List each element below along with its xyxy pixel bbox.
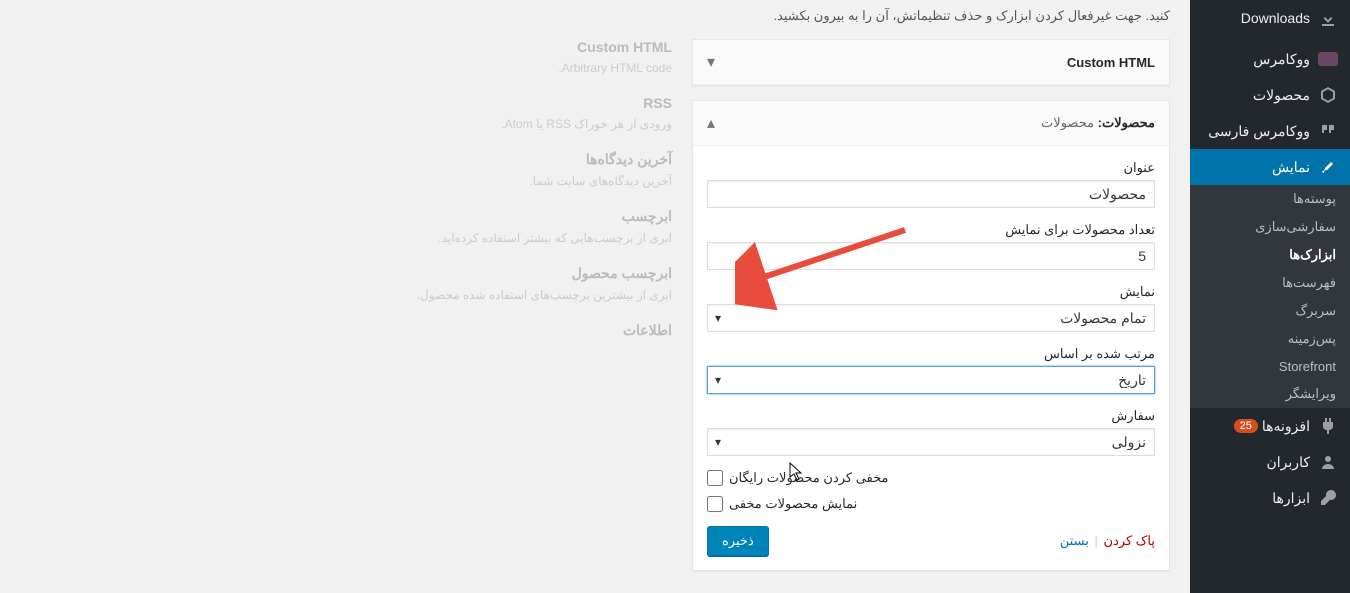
save-button[interactable]: ذخیره	[707, 526, 769, 556]
widget-custom-html: Custom HTML ▾	[692, 39, 1170, 86]
sidebar-label: افزونه‌ها	[1262, 418, 1310, 435]
avail-title: آخرین دیدگاه‌ها	[20, 151, 672, 168]
admin-sidebar: Downloads ووکامرس محصولات ووکامرس فارسی …	[1190, 0, 1350, 593]
quote-icon	[1318, 121, 1338, 141]
available-widgets: Custom HTML Arbitrary HTML code. RSS ورو…	[20, 39, 672, 585]
order-select[interactable]: نزولی	[707, 428, 1155, 456]
plugins-badge: 25	[1234, 419, 1258, 433]
chevron-down-icon: ▾	[707, 52, 715, 72]
show-hidden-checkbox[interactable]	[707, 496, 723, 512]
sub-editor[interactable]: ویرایشگر	[1190, 380, 1350, 408]
avail-title: ابرچسب	[20, 208, 672, 225]
avail-meta[interactable]: اطلاعات	[20, 322, 672, 339]
avail-title: اطلاعات	[20, 322, 672, 339]
avail-title: Custom HTML	[20, 39, 672, 55]
sidebar-item-woo-fa[interactable]: ووکامرس فارسی	[1190, 113, 1350, 149]
sidebar-item-plugins[interactable]: افزونه‌ها 25	[1190, 408, 1350, 444]
sub-menus[interactable]: فهرست‌ها	[1190, 269, 1350, 297]
sidebar-item-appearance[interactable]: نمایش	[1190, 149, 1350, 185]
hide-free-label: مخفی کردن محصولات رایگان	[729, 470, 889, 486]
avail-title: RSS	[20, 95, 672, 111]
sub-background[interactable]: پس‌زمینه	[1190, 325, 1350, 353]
sidebar-item-products[interactable]: محصولات	[1190, 77, 1350, 113]
close-link[interactable]: بستن	[1060, 533, 1089, 548]
sidebar-label: ووکامرس فارسی	[1208, 123, 1310, 140]
order-label: سفارش	[707, 408, 1155, 424]
avail-desc: آخرین دیدگاه‌های سایت شما.	[20, 174, 672, 188]
woo-icon	[1318, 49, 1338, 69]
widget-area: Custom HTML ▾ محصولات: محصولات ▴ عنوان ت…	[692, 39, 1170, 585]
chevron-up-icon: ▴	[707, 113, 715, 133]
sub-widgets[interactable]: ابزارک‌ها	[1190, 241, 1350, 269]
sub-header[interactable]: سربرگ	[1190, 297, 1350, 325]
orderby-label: مرتب شده بر اساس	[707, 346, 1155, 362]
avail-desc: ورودی از هر خوراک RSS یا Atom.	[20, 117, 672, 131]
sidebar-label: Downloads	[1241, 10, 1310, 26]
widget-header[interactable]: محصولات: محصولات ▴	[693, 101, 1169, 146]
delete-link[interactable]: پاک کردن	[1103, 533, 1155, 548]
widget-header[interactable]: Custom HTML ▾	[693, 40, 1169, 85]
sidebar-label: محصولات	[1253, 87, 1310, 104]
intro-text: کنید. جهت غیرفعال کردن ابزارک و حذف تنظی…	[20, 0, 1170, 39]
widget-body: عنوان تعداد محصولات برای نمایش نمایش تما…	[693, 146, 1169, 570]
show-hidden-label: نمایش محصولات مخفی	[729, 496, 857, 512]
sidebar-item-tools[interactable]: ابزارها	[1190, 480, 1350, 516]
orderby-select[interactable]: تاریخ	[707, 366, 1155, 394]
title-input[interactable]	[707, 180, 1155, 208]
sub-storefront[interactable]: Storefront	[1190, 353, 1350, 380]
users-icon	[1318, 452, 1338, 472]
cube-icon	[1318, 85, 1338, 105]
sub-customize[interactable]: سفارشی‌سازی	[1190, 213, 1350, 241]
show-label: نمایش	[707, 284, 1155, 300]
avail-title: ابرچسب محصول	[20, 265, 672, 282]
widget-products: محصولات: محصولات ▴ عنوان تعداد محصولات ب…	[692, 100, 1170, 571]
widget-title: محصولات: محصولات	[1041, 115, 1155, 131]
avail-rss[interactable]: RSS ورودی از هر خوراک RSS یا Atom.	[20, 95, 672, 131]
sidebar-item-users[interactable]: کاربران	[1190, 444, 1350, 480]
title-label: عنوان	[707, 160, 1155, 176]
appearance-submenu: پوسته‌ها سفارشی‌سازی ابزارک‌ها فهرست‌ها …	[1190, 185, 1350, 408]
sidebar-label: ابزارها	[1272, 490, 1310, 507]
avail-recent-comments[interactable]: آخرین دیدگاه‌ها آخرین دیدگاه‌های سایت شم…	[20, 151, 672, 188]
plugin-icon	[1318, 416, 1338, 436]
widget-links: پاک کردن | بستن	[1060, 533, 1155, 549]
download-icon	[1318, 8, 1338, 28]
count-input[interactable]	[707, 242, 1155, 270]
hide-free-checkbox[interactable]	[707, 470, 723, 486]
main-content: کنید. جهت غیرفعال کردن ابزارک و حذف تنظی…	[0, 0, 1190, 593]
sidebar-label: نمایش	[1272, 159, 1310, 176]
sidebar-item-downloads[interactable]: Downloads	[1190, 0, 1350, 36]
avail-desc: Arbitrary HTML code.	[20, 61, 672, 75]
count-label: تعداد محصولات برای نمایش	[707, 222, 1155, 238]
avail-custom-html[interactable]: Custom HTML Arbitrary HTML code.	[20, 39, 672, 75]
avail-product-tag-cloud[interactable]: ابرچسب محصول ابری از بیشترین برچسب‌های ا…	[20, 265, 672, 302]
sub-themes[interactable]: پوسته‌ها	[1190, 185, 1350, 213]
sidebar-label: کاربران	[1267, 454, 1310, 471]
show-select[interactable]: تمام محصولات	[707, 304, 1155, 332]
tools-icon	[1318, 488, 1338, 508]
brush-icon	[1318, 157, 1338, 177]
widget-title: Custom HTML	[1067, 55, 1155, 70]
avail-tag-cloud[interactable]: ابرچسب ابری از برچسب‌هایی که بیشتر استفا…	[20, 208, 672, 245]
avail-desc: ابری از برچسب‌هایی که بیشتر استفاده کرده…	[20, 231, 672, 245]
avail-desc: ابری از بیشترین برچسب‌های استفاده شده مح…	[20, 288, 672, 302]
sidebar-label: ووکامرس	[1253, 51, 1310, 68]
sidebar-item-woocommerce[interactable]: ووکامرس	[1190, 41, 1350, 77]
